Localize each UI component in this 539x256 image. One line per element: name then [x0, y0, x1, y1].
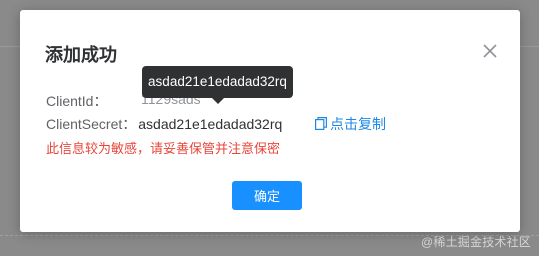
- close-button[interactable]: [482, 43, 498, 59]
- copy-label: 点击复制: [330, 116, 386, 132]
- client-id-label: ClientId：: [46, 93, 108, 109]
- client-id-row: ClientId： 1129sads: [46, 91, 201, 111]
- client-secret-value[interactable]: asdad21e1edadad32rq: [138, 116, 282, 132]
- sensitive-warning: 此信息较为敏感，请妥善保管并注意保密: [46, 141, 281, 156]
- watermark: @稀土掘金技术社区: [421, 235, 531, 249]
- dialog-title: 添加成功: [45, 45, 117, 65]
- client-secret-label: ClientSecret：: [46, 116, 137, 132]
- success-dialog: 添加成功 ClientId： 1129sads ClientSecret： asd…: [20, 10, 520, 232]
- copy-button[interactable]: 点击复制: [315, 114, 386, 134]
- secret-tooltip: asdad21e1edadad32rq: [142, 66, 293, 104]
- copy-icon: [315, 117, 327, 130]
- client-secret-row: ClientSecret： asdad21e1edadad32rq: [46, 114, 282, 134]
- confirm-button[interactable]: 确定: [232, 181, 302, 210]
- close-icon: [483, 44, 497, 58]
